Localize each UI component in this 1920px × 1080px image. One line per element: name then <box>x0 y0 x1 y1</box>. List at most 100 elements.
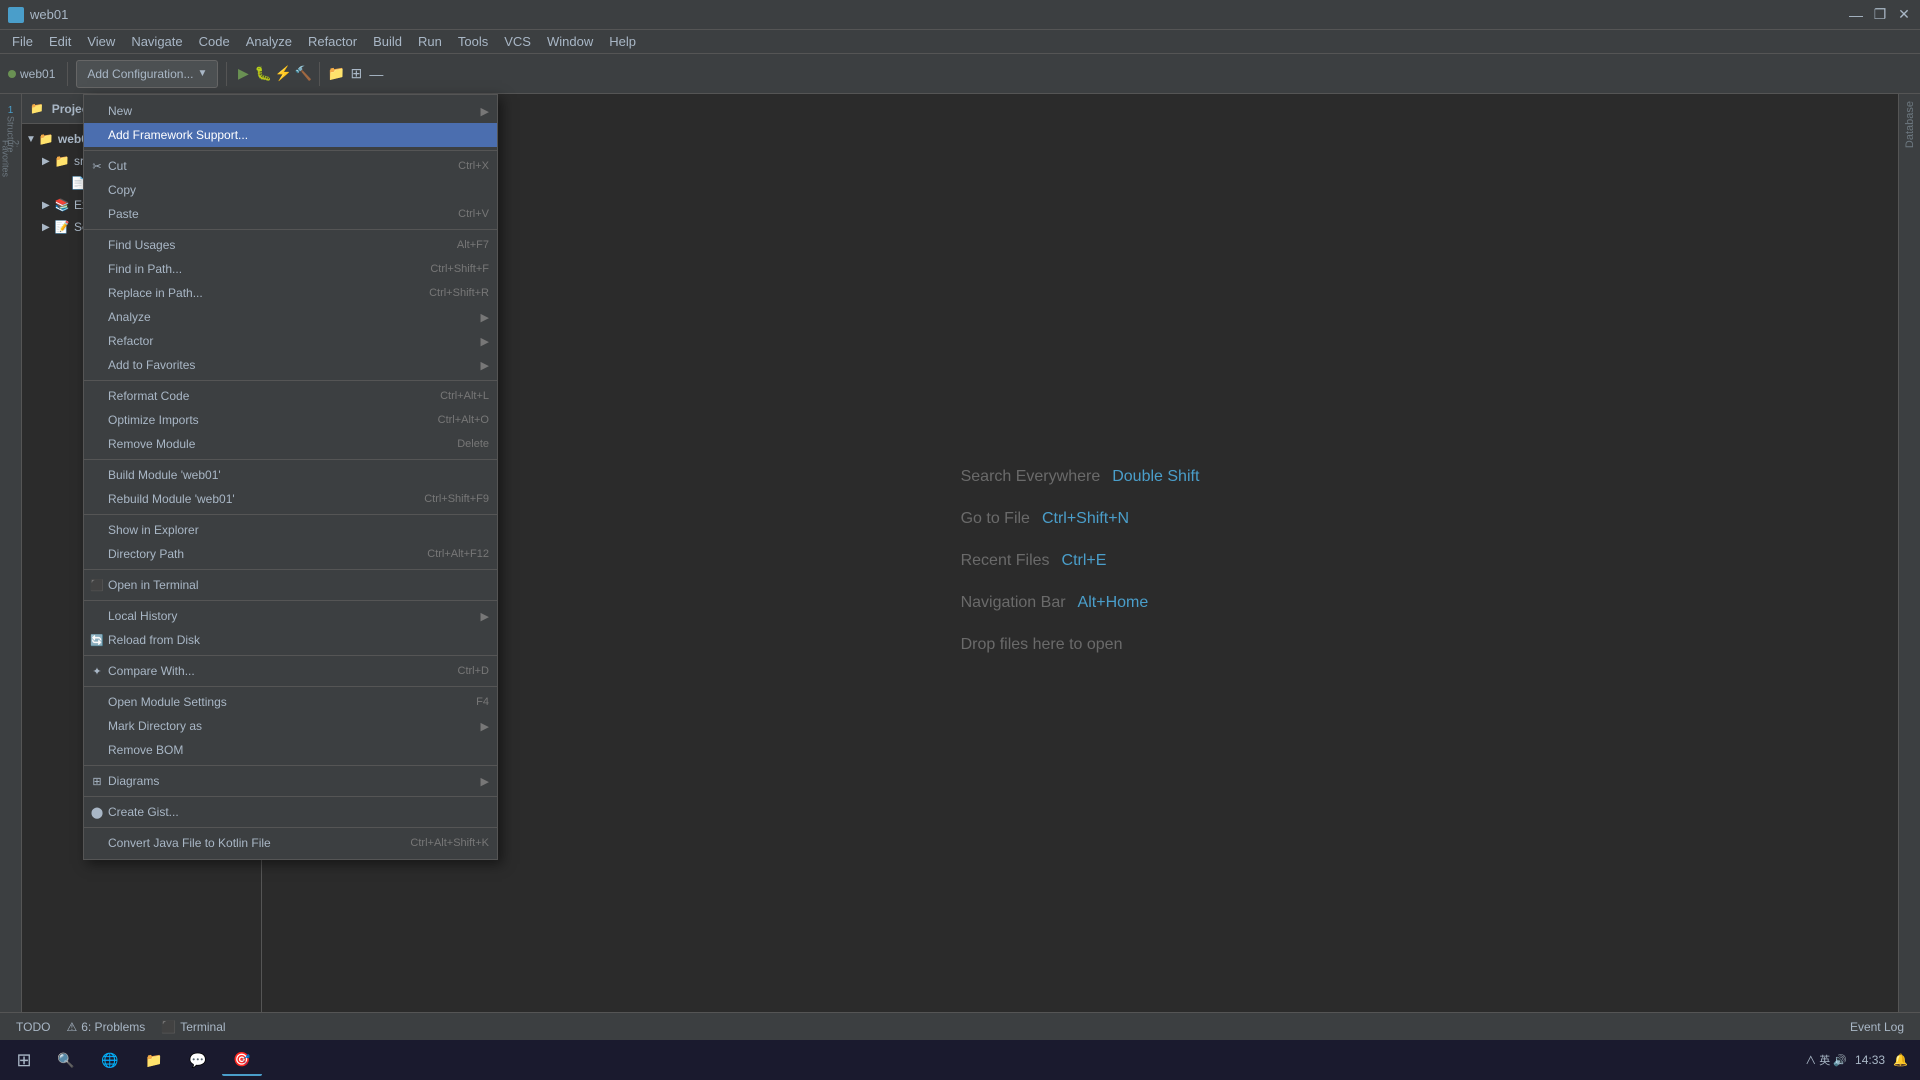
ctx-build-module[interactable]: Build Module 'web01' <box>84 463 497 487</box>
ctx-convert-kotlin[interactable]: Convert Java File to Kotlin File Ctrl+Al… <box>84 831 497 855</box>
ctx-remove-module-shortcut: Delete <box>457 438 489 450</box>
taskbar-right: ∧ 英 🔊 14:33 🔔 <box>1805 1052 1916 1068</box>
hint-recent-label: Recent Files <box>961 552 1050 570</box>
ctx-reformat-shortcut: Ctrl+Alt+L <box>440 390 489 402</box>
ctx-add-favorites-label: Add to Favorites <box>108 358 195 372</box>
ctx-rebuild-shortcut: Ctrl+Shift+F9 <box>424 493 489 505</box>
ctx-directory-path[interactable]: Directory Path Ctrl+Alt+F12 <box>84 542 497 566</box>
ctx-paste[interactable]: Paste Ctrl+V <box>84 202 497 226</box>
ctx-find-path[interactable]: Find in Path... Ctrl+Shift+F <box>84 257 497 281</box>
ctx-refactor-label: Refactor <box>108 334 153 348</box>
ctx-mark-directory[interactable]: Mark Directory as ▶ <box>84 714 497 738</box>
ctx-compare-with[interactable]: ✦ Compare With... Ctrl+D <box>84 659 497 683</box>
ctx-cut-shortcut: Ctrl+X <box>458 160 489 172</box>
profile-icon[interactable]: ⚡ <box>275 66 291 82</box>
todo-button[interactable]: TODO <box>8 1020 58 1034</box>
ctx-new-label: New <box>108 104 132 118</box>
ctx-local-history-label: Local History <box>108 609 177 623</box>
ctx-optimize-shortcut: Ctrl+Alt+O <box>438 414 489 426</box>
start-button[interactable]: ⊞ <box>4 1044 44 1076</box>
ctx-analyze[interactable]: Analyze ▶ <box>84 305 497 329</box>
menu-view[interactable]: View <box>79 32 123 51</box>
hint-recent-key: Ctrl+E <box>1062 552 1107 570</box>
ctx-add-favorites[interactable]: Add to Favorites ▶ <box>84 353 497 377</box>
ctx-replace-path[interactable]: Replace in Path... Ctrl+Shift+R <box>84 281 497 305</box>
clock: 14:33 <box>1855 1053 1885 1067</box>
layout-icon[interactable]: ⊞ <box>348 66 364 82</box>
ctx-replace-path-shortcut: Ctrl+Shift+R <box>429 287 489 299</box>
ctx-create-gist[interactable]: ⬤ Create Gist... <box>84 800 497 824</box>
maximize-button[interactable]: ❐ <box>1872 7 1888 23</box>
minimize-panel-icon[interactable]: — <box>368 66 384 82</box>
ctx-optimize[interactable]: Optimize Imports Ctrl+Alt+O <box>84 408 497 432</box>
debug-icon[interactable]: 🐛 <box>255 66 271 82</box>
ctx-find-usages[interactable]: Find Usages Alt+F7 <box>84 233 497 257</box>
ctx-cut[interactable]: ✂ Cut Ctrl+X <box>84 154 497 178</box>
taskbar-app3[interactable]: 💬 <box>178 1044 218 1076</box>
run-icon[interactable]: ▶ <box>235 66 251 82</box>
terminal-button[interactable]: ⬛ Terminal <box>153 1020 233 1034</box>
menu-refactor[interactable]: Refactor <box>300 32 365 51</box>
folder-icon[interactable]: 📁 <box>328 66 344 82</box>
favorites-icon[interactable]: 2: Favorites <box>1 148 21 168</box>
status-bar: TODO ⚠ 6: Problems ⬛ Terminal Event Log <box>0 1012 1920 1040</box>
problems-button[interactable]: ⚠ 6: Problems <box>58 1020 153 1034</box>
ctx-remove-module[interactable]: Remove Module Delete <box>84 432 497 456</box>
project-name: web01 <box>20 67 55 81</box>
menu-code[interactable]: Code <box>191 32 238 51</box>
chevron-down-icon: ▼ <box>197 68 207 79</box>
menu-run[interactable]: Run <box>410 32 450 51</box>
database-icon[interactable]: Database <box>1904 101 1916 148</box>
ctx-rebuild-module[interactable]: Rebuild Module 'web01' Ctrl+Shift+F9 <box>84 487 497 511</box>
ctx-dir-shortcut: Ctrl+Alt+F12 <box>427 548 489 560</box>
right-sidebar: Database <box>1898 94 1920 1052</box>
ctx-add-framework[interactable]: Add Framework Support... <box>84 123 497 147</box>
build-icon[interactable]: 🔨 <box>295 66 311 82</box>
taskbar-intellij[interactable]: 🎯 <box>222 1044 262 1076</box>
ctx-show-explorer[interactable]: Show in Explorer <box>84 518 497 542</box>
ctx-open-terminal[interactable]: ⬛ Open in Terminal <box>84 573 497 597</box>
submenu-arrow: ▶ <box>481 610 489 623</box>
menu-edit[interactable]: Edit <box>41 32 79 51</box>
submenu-arrow: ▶ <box>481 335 489 348</box>
notification[interactable]: 🔔 <box>1893 1053 1908 1067</box>
ctx-module-settings[interactable]: Open Module Settings F4 <box>84 690 497 714</box>
menu-navigate[interactable]: Navigate <box>123 32 190 51</box>
ctx-local-history[interactable]: Local History ▶ <box>84 604 497 628</box>
ctx-find-path-label: Find in Path... <box>108 262 182 276</box>
ctx-show-explorer-label: Show in Explorer <box>108 523 199 537</box>
status-right: Event Log <box>1842 1020 1912 1034</box>
ctx-reload-disk[interactable]: 🔄 Reload from Disk <box>84 628 497 652</box>
ctx-remove-bom[interactable]: Remove BOM <box>84 738 497 762</box>
separator <box>84 380 497 381</box>
taskbar-explorer[interactable]: 📁 <box>134 1044 174 1076</box>
expand-arrow: ▶ <box>42 200 54 211</box>
ctx-diagrams[interactable]: ⊞ Diagrams ▶ <box>84 769 497 793</box>
close-button[interactable]: ✕ <box>1896 7 1912 23</box>
menu-build[interactable]: Build <box>365 32 410 51</box>
taskbar-browser[interactable]: 🌐 <box>90 1044 130 1076</box>
menu-vcs[interactable]: VCS <box>496 32 539 51</box>
separator <box>84 459 497 460</box>
ctx-directory-path-label: Directory Path <box>108 547 184 561</box>
terminal-icon: ⬛ <box>161 1020 176 1034</box>
menu-tools[interactable]: Tools <box>450 32 496 51</box>
ctx-reformat[interactable]: Reformat Code Ctrl+Alt+L <box>84 384 497 408</box>
minimize-button[interactable]: — <box>1848 7 1864 23</box>
hint-drop: Drop files here to open <box>961 636 1200 654</box>
menu-file[interactable]: File <box>4 32 41 51</box>
add-configuration-button[interactable]: Add Configuration... ▼ <box>76 60 218 88</box>
hint-navbar: Navigation Bar Alt+Home <box>961 594 1200 612</box>
ctx-compare-with-label: Compare With... <box>108 664 195 678</box>
menu-analyze[interactable]: Analyze <box>238 32 300 51</box>
separator <box>84 600 497 601</box>
ctx-new[interactable]: New ▶ <box>84 99 497 123</box>
menu-help[interactable]: Help <box>601 32 644 51</box>
ctx-copy[interactable]: Copy <box>84 178 497 202</box>
ctx-analyze-label: Analyze <box>108 310 151 324</box>
event-log-button[interactable]: Event Log <box>1842 1020 1912 1034</box>
menu-window[interactable]: Window <box>539 32 601 51</box>
taskbar-search[interactable]: 🔍 <box>46 1044 86 1076</box>
context-menu: New ▶ Add Framework Support... ✂ Cut Ctr… <box>83 94 498 860</box>
ctx-refactor[interactable]: Refactor ▶ <box>84 329 497 353</box>
